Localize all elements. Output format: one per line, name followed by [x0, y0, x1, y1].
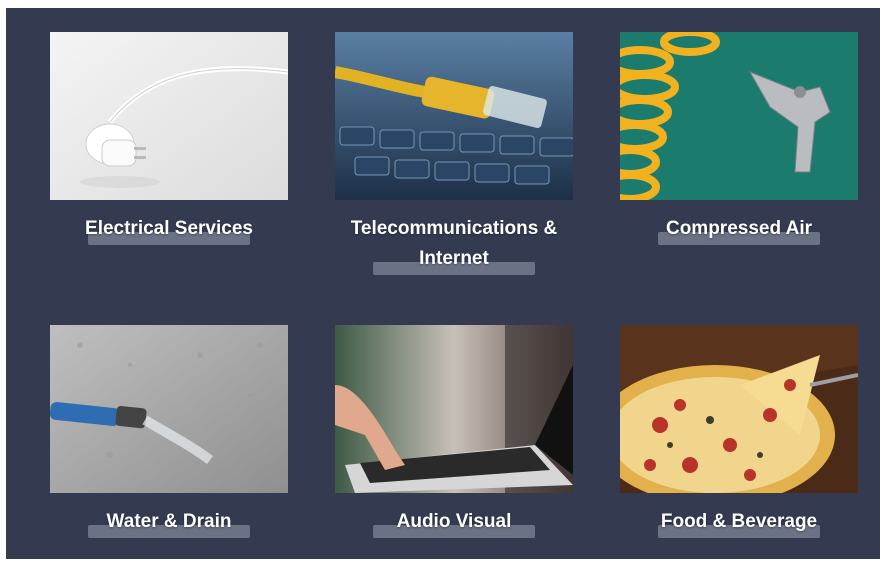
service-label: Water & Drain	[106, 511, 232, 532]
air-gun-photo	[620, 32, 858, 200]
service-card-food[interactable]: Food & Beverage	[620, 325, 858, 538]
service-card-audio-visual[interactable]: Audio Visual	[335, 325, 573, 538]
service-card-compressed-air[interactable]: Compressed Air	[620, 32, 858, 245]
service-label-line1: Telecommunications &	[350, 218, 558, 239]
water-hose-photo	[50, 325, 288, 493]
service-label: Audio Visual	[396, 511, 512, 532]
power-plug-photo	[50, 32, 288, 200]
services-panel: Electrical Services Telecommunications &…	[6, 8, 880, 559]
service-label: Food & Beverage	[660, 511, 818, 532]
service-label: Electrical Services	[85, 218, 253, 239]
ethernet-cable-photo	[335, 32, 573, 200]
service-card-electrical[interactable]: Electrical Services	[50, 32, 288, 245]
service-card-water[interactable]: Water & Drain	[50, 325, 288, 538]
service-label: Compressed Air	[665, 218, 813, 239]
pizza-photo	[620, 325, 858, 493]
service-label-line2: Internet	[419, 248, 489, 269]
service-card-telecom[interactable]: Telecommunications & Internet	[335, 32, 573, 275]
laptop-photo	[335, 325, 573, 493]
